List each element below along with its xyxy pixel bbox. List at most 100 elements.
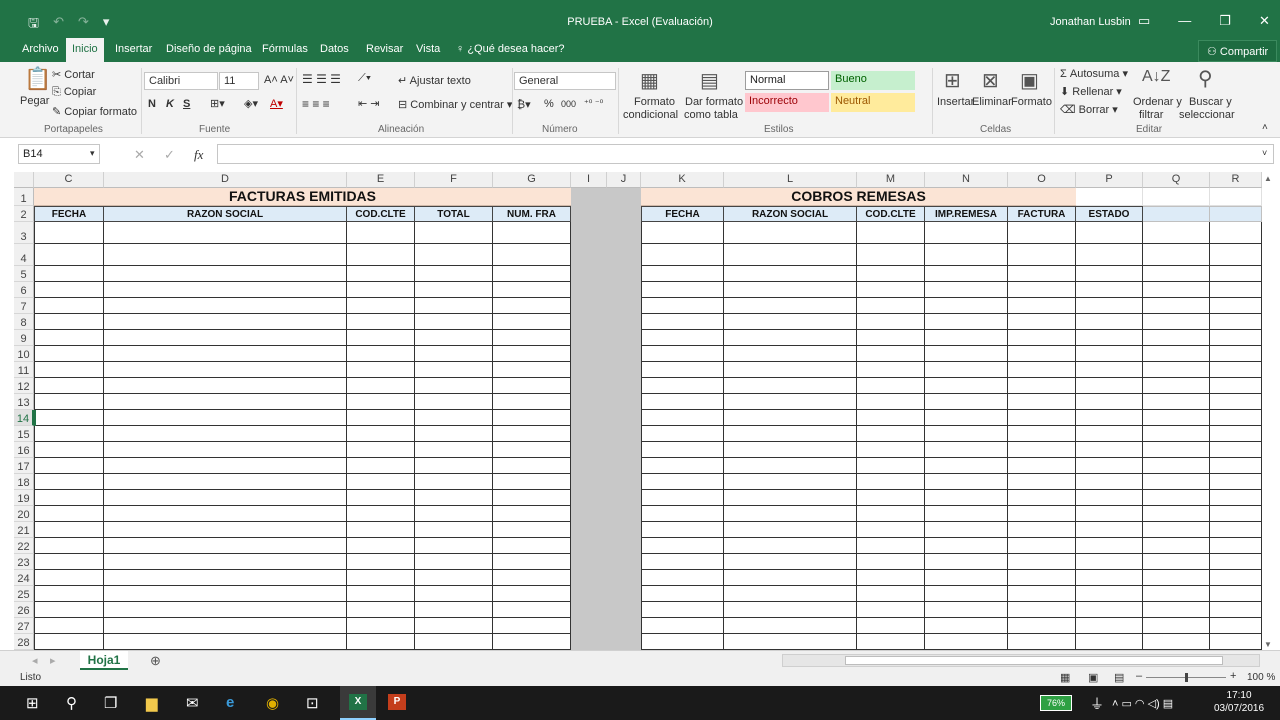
scroll-down-icon[interactable]: ▼	[1264, 640, 1272, 649]
table-cell[interactable]	[347, 346, 415, 362]
table-cell[interactable]	[493, 474, 571, 490]
table-cell[interactable]	[34, 506, 104, 522]
table-cell[interactable]	[641, 458, 724, 474]
table-cell[interactable]	[493, 266, 571, 282]
name-box-dropdown-icon[interactable]: ▾	[90, 148, 95, 159]
table-cell[interactable]	[347, 394, 415, 410]
table-cell[interactable]	[724, 586, 857, 602]
left-header-cell[interactable]: TOTAL	[415, 206, 493, 222]
table-cell[interactable]	[415, 362, 493, 378]
table-cell[interactable]	[724, 554, 857, 570]
table-cell[interactable]	[1143, 244, 1210, 266]
row-header[interactable]: 8	[14, 314, 34, 330]
table-cell[interactable]	[1076, 490, 1143, 506]
align-left-icon[interactable]: ≡ ≡ ≡	[302, 97, 330, 111]
table-cell[interactable]	[104, 442, 347, 458]
table-cell[interactable]	[1210, 394, 1262, 410]
table-cell[interactable]	[1210, 330, 1262, 346]
table-cell[interactable]	[857, 362, 925, 378]
table-cell[interactable]	[104, 554, 347, 570]
table-cell[interactable]	[34, 570, 104, 586]
table-cell[interactable]	[1076, 586, 1143, 602]
table-cell[interactable]	[1008, 442, 1076, 458]
table-cell[interactable]	[34, 298, 104, 314]
style-neutral[interactable]: Neutral	[831, 93, 915, 112]
table-cell[interactable]	[1008, 634, 1076, 650]
tab-insertar[interactable]: Insertar	[115, 43, 152, 55]
table-cell[interactable]	[724, 522, 857, 538]
table-cell[interactable]	[1076, 554, 1143, 570]
table-cell[interactable]	[1143, 570, 1210, 586]
row-header[interactable]: 2	[14, 206, 34, 222]
table-cell[interactable]	[1210, 458, 1262, 474]
table-cell[interactable]	[1210, 282, 1262, 298]
table-cell[interactable]	[493, 570, 571, 586]
fill-button[interactable]: ⬇ Rellenar ▾	[1060, 85, 1122, 98]
table-cell[interactable]	[104, 602, 347, 618]
table-cell[interactable]	[1076, 346, 1143, 362]
table-cell[interactable]	[347, 458, 415, 474]
formula-input[interactable]	[217, 144, 1274, 164]
table-cell[interactable]	[415, 330, 493, 346]
table-cell[interactable]	[1076, 410, 1143, 426]
paste-icon[interactable]: 📋	[24, 66, 51, 92]
table-cell[interactable]	[1210, 554, 1262, 570]
column-header[interactable]: O	[1008, 172, 1076, 188]
table-cell[interactable]	[724, 458, 857, 474]
table-cell[interactable]	[1143, 426, 1210, 442]
table-cell[interactable]	[1076, 634, 1143, 650]
add-sheet-icon[interactable]: ⊕	[150, 653, 161, 669]
table-format-button-line2[interactable]: como tabla	[684, 109, 738, 121]
table-cell[interactable]	[415, 538, 493, 554]
table-cell[interactable]	[925, 330, 1008, 346]
scroll-thumb[interactable]	[845, 656, 1223, 665]
table-cell[interactable]	[857, 490, 925, 506]
table-cell[interactable]	[925, 410, 1008, 426]
table-cell[interactable]	[347, 282, 415, 298]
table-cell[interactable]	[415, 266, 493, 282]
ribbon-display-icon[interactable]: ▭	[1138, 13, 1150, 29]
find-select-button-line1[interactable]: Buscar y	[1189, 96, 1232, 108]
table-cell[interactable]	[34, 426, 104, 442]
table-cell[interactable]	[925, 458, 1008, 474]
table-cell[interactable]	[857, 378, 925, 394]
table-cell[interactable]	[1210, 266, 1262, 282]
right-header-cell[interactable]: FACTURA	[1008, 206, 1076, 222]
system-tray-icons[interactable]: ˄ ▭ ◠ ◁) ▤	[1112, 697, 1173, 710]
bold-button[interactable]: N	[148, 98, 156, 110]
table-cell[interactable]	[1008, 602, 1076, 618]
table-cell[interactable]	[1210, 602, 1262, 618]
fill-color-icon[interactable]: ◈▾	[244, 97, 258, 110]
table-cell[interactable]	[724, 362, 857, 378]
left-header-cell[interactable]: FECHA	[34, 206, 104, 222]
table-cell[interactable]	[641, 506, 724, 522]
table-cell[interactable]	[347, 618, 415, 634]
tab-vista[interactable]: Vista	[416, 43, 440, 55]
taskbar-clock[interactable]: 17:10 03/07/2016	[1214, 689, 1264, 715]
table-cell[interactable]	[34, 522, 104, 538]
table-cell[interactable]	[1076, 378, 1143, 394]
table-cell[interactable]	[1008, 244, 1076, 266]
table-cell[interactable]	[493, 522, 571, 538]
table-cell[interactable]	[347, 222, 415, 244]
close-icon[interactable]: ✕	[1259, 13, 1270, 29]
table-cell[interactable]	[925, 442, 1008, 458]
table-cell[interactable]	[724, 222, 857, 244]
table-cell[interactable]	[1210, 474, 1262, 490]
tab-datos[interactable]: Datos	[320, 43, 349, 55]
row-header[interactable]: 27	[14, 618, 34, 634]
table-cell[interactable]	[1076, 618, 1143, 634]
table-cell[interactable]	[857, 266, 925, 282]
table-cell[interactable]	[1143, 330, 1210, 346]
table-cell[interactable]	[925, 394, 1008, 410]
table-cell[interactable]	[1076, 222, 1143, 244]
view-pagebreak-icon[interactable]: ▤	[1114, 671, 1124, 684]
column-header[interactable]: D	[104, 172, 347, 188]
table-cell[interactable]	[925, 634, 1008, 650]
row-header[interactable]: 28	[14, 634, 34, 650]
table-cell[interactable]	[641, 378, 724, 394]
table-cell[interactable]	[1008, 506, 1076, 522]
table-cell[interactable]	[493, 346, 571, 362]
table-cell[interactable]	[1143, 266, 1210, 282]
zoom-in-icon[interactable]: +	[1230, 670, 1236, 682]
